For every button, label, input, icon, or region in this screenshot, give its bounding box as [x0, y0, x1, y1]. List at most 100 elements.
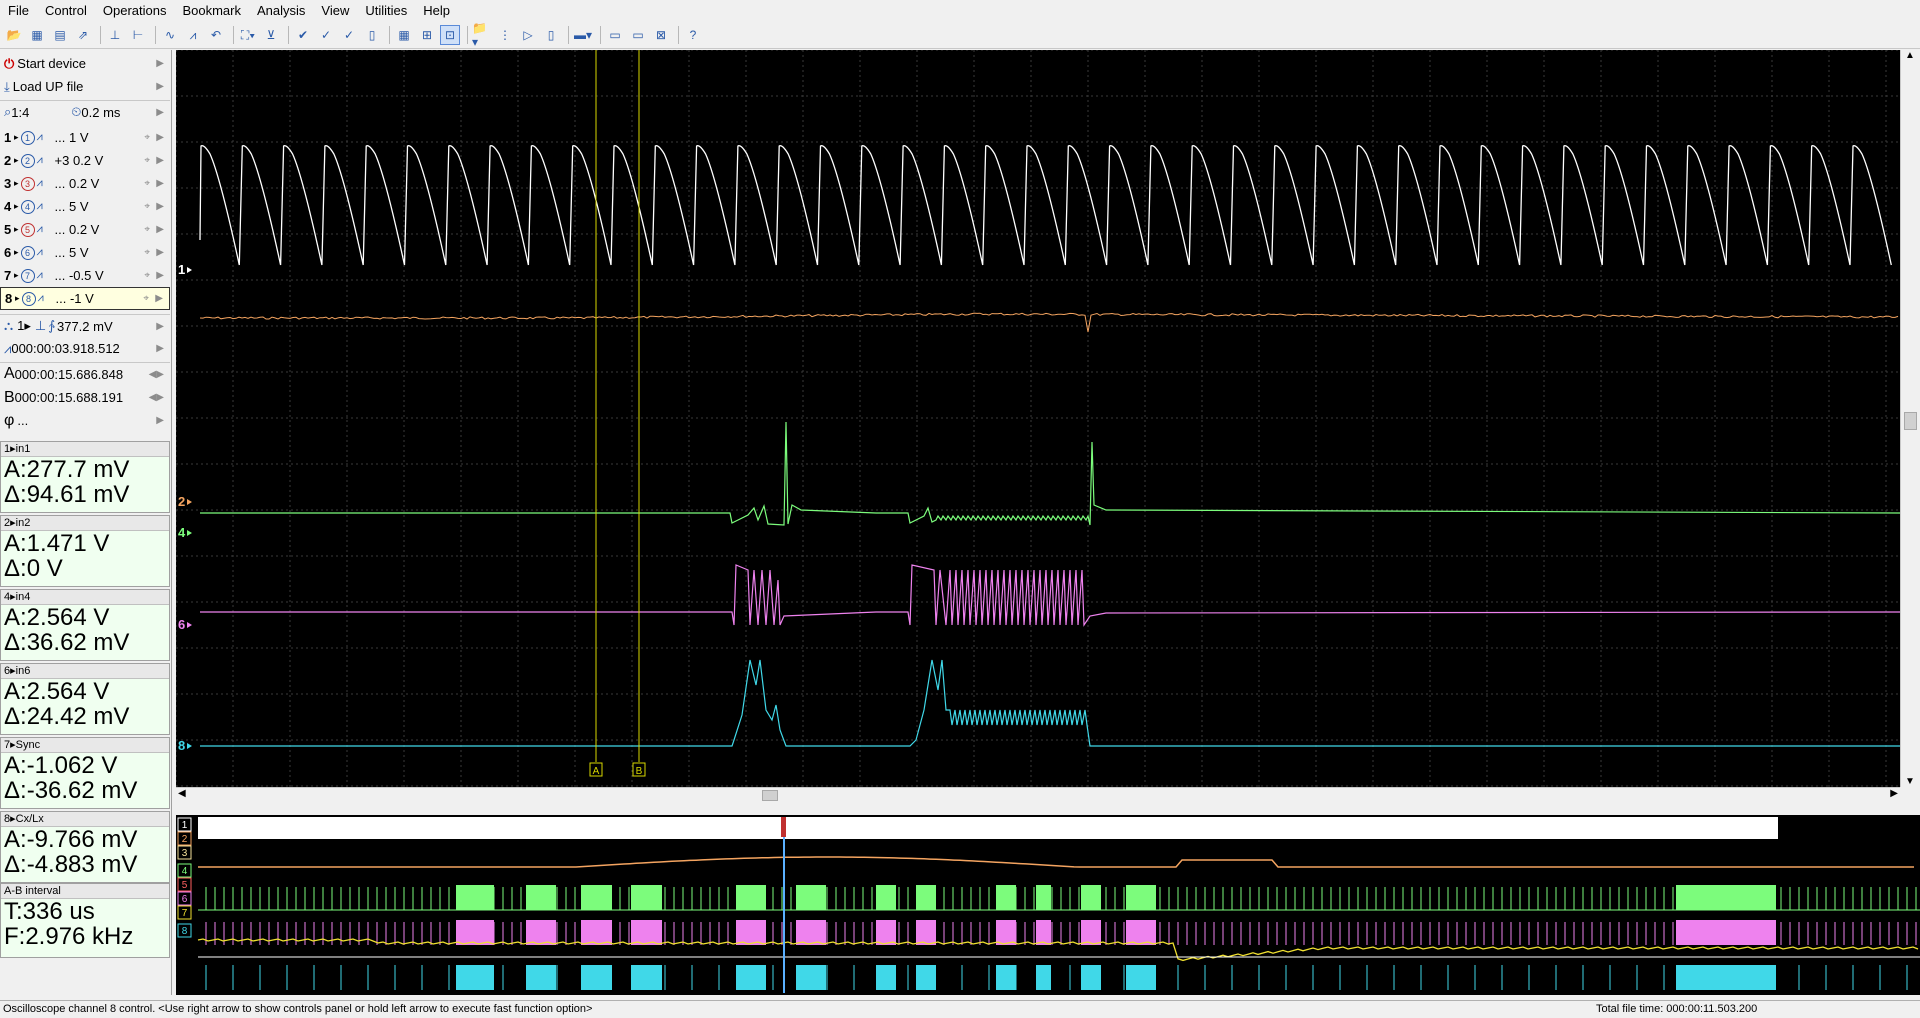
channel-row-6[interactable]: 6 ▸ 6 ⩘... 5 V ⌖ ▶	[0, 241, 170, 264]
menu-bookmark[interactable]: Bookmark	[174, 0, 249, 22]
channel-arrow-icon: ▸	[14, 247, 19, 257]
load-icon: ⤓	[4, 78, 10, 94]
channel-toggle-icon[interactable]: 2	[20, 153, 35, 168]
zoom-dropdown-icon[interactable]: ⛶▾	[238, 25, 258, 45]
coupling-icon[interactable]: ⩘	[37, 223, 51, 236]
coupling-icon[interactable]: ⩘	[37, 154, 51, 167]
check-down-icon[interactable]: ✓	[316, 25, 336, 45]
channel-toggle-icon[interactable]: 3	[20, 176, 35, 191]
check-icon[interactable]: ✔	[293, 25, 313, 45]
pin-icon[interactable]: ⌖	[144, 155, 150, 166]
trigger-edge-icon: ⊥	[34, 318, 47, 333]
overview-display[interactable]: 1 2 3 4 5 6 7 8	[176, 815, 1920, 995]
zoom-icon[interactable]: ⌕	[4, 104, 11, 120]
overview-ch4-block	[876, 885, 896, 910]
pin-icon[interactable]: ⌖	[144, 201, 150, 212]
help-icon[interactable]: ?	[683, 25, 703, 45]
pin-icon[interactable]: ⌖	[143, 293, 149, 304]
pin-icon[interactable]: ⌖	[144, 178, 150, 189]
zoom-value[interactable]: 1:4	[11, 105, 71, 120]
window2-icon[interactable]: ▭	[628, 25, 648, 45]
pin-icon[interactable]: ⌖	[144, 224, 150, 235]
signal-edit-icon[interactable]: ⩘	[183, 25, 203, 45]
trigger-row[interactable]: ⛬ 1▸ ⊥ ∱ 377.2 mV ▶	[0, 314, 170, 337]
scroll-up-icon[interactable]: ▲	[1905, 50, 1915, 61]
page-icon[interactable]: ▯	[362, 25, 382, 45]
signal-tool-icon[interactable]: ∿	[160, 25, 180, 45]
measure-tool-icon[interactable]: ⊢	[128, 25, 148, 45]
interval-time: T:336 us	[4, 898, 95, 925]
channel-row-2[interactable]: 2 ▸ 2 ⩘ +3 0.2 V ⌖ ▶	[0, 149, 170, 172]
pin-icon[interactable]: ⌖	[144, 132, 150, 143]
menu-operations[interactable]: Operations	[95, 0, 175, 22]
channel-number: 6	[4, 245, 12, 260]
coupling-icon[interactable]: ⩘	[37, 200, 51, 213]
pin-icon[interactable]: ⌖	[144, 247, 150, 258]
cursor-b-row[interactable]: B 000:00:15.688.191 ◀▶	[0, 386, 170, 409]
menu-analysis[interactable]: Analysis	[249, 0, 313, 22]
channel-toggle-icon[interactable]: 4	[20, 199, 35, 214]
channel-row-8[interactable]: 8 ▸ 8 ⩘... -1 V ⌖ ▶	[0, 287, 170, 310]
channel-row-7[interactable]: 7 ▸ 7 ⩘... -0.5 V ⌖ ▶	[0, 264, 170, 287]
channel-toggle-icon[interactable]: 6	[20, 245, 35, 260]
measurement-delta-value: Δ:94.61 mV	[4, 481, 130, 508]
channel-row-3[interactable]: 3 ▸ 3 ⩘... 0.2 V ⌖ ▶	[0, 172, 170, 195]
copy-icon[interactable]: ▤	[50, 25, 70, 45]
grid-icon[interactable]: ▦	[394, 25, 414, 45]
menu-help[interactable]: Help	[415, 0, 458, 22]
check-all-icon[interactable]: ✓	[339, 25, 359, 45]
overview-channel-8-label: 8	[182, 926, 188, 937]
load-up-file-button[interactable]: ⤓ Load UP file ▶	[0, 75, 170, 98]
start-device-button[interactable]: ⏻ Start device ▶	[0, 52, 170, 75]
coupling-icon[interactable]: ⩘	[37, 131, 51, 144]
menu-file[interactable]: File	[0, 0, 37, 22]
overview-strip[interactable]: 1 2 3 4 5 6 7 8	[176, 815, 1920, 995]
cursor-tool-icon[interactable]: ⊥	[105, 25, 125, 45]
coupling-icon[interactable]: ⩘	[38, 292, 52, 305]
trigger-time-row[interactable]: ⩘ 000:00:03.918.512 ▶	[0, 337, 170, 360]
timebase-icon[interactable]: ⏲	[71, 104, 81, 120]
autoscale-icon[interactable]: ⊡	[440, 25, 460, 45]
coupling-icon[interactable]: ⩘	[37, 177, 51, 190]
close-window-icon[interactable]: ⊠	[651, 25, 671, 45]
undo-icon[interactable]: ↶	[206, 25, 226, 45]
window-icon[interactable]: ▭	[605, 25, 625, 45]
coupling-icon[interactable]: ⩘	[37, 246, 51, 259]
save-icon[interactable]: ▦	[27, 25, 47, 45]
split-icon[interactable]: ⊞	[417, 25, 437, 45]
channel-row-4[interactable]: 4 ▸ 4 ⩘... 5 V ⌖ ▶	[0, 195, 170, 218]
export-icon[interactable]: ⇗	[73, 25, 93, 45]
pin-icon[interactable]: ⌖	[144, 270, 150, 281]
horizontal-scrollbar[interactable]: ◀ ▶	[176, 787, 1900, 803]
chevron-right-icon: ▶	[156, 224, 164, 235]
channel-row-1[interactable]: 1 ▸ 1 ⩘... 1 V ⌖ ▶	[0, 126, 170, 149]
menu-view[interactable]: View	[313, 0, 357, 22]
channel-toggle-icon[interactable]: 1	[20, 130, 35, 145]
play-icon[interactable]: ▷	[518, 25, 538, 45]
vertical-scroll-thumb[interactable]	[1904, 412, 1917, 430]
horizontal-scroll-thumb[interactable]	[762, 790, 778, 801]
scroll-down-icon[interactable]: ▼	[1905, 776, 1915, 787]
filter-icon[interactable]: ⊻	[261, 25, 281, 45]
cursor-a-row[interactable]: A 000:00:15.686.848 ◀▶	[0, 362, 170, 385]
phase-row[interactable]: φ ... ▶	[0, 409, 170, 432]
timebase-value[interactable]: 0.2 ms	[81, 105, 120, 120]
oscilloscope-view[interactable]: A B 1 2 4 6 8	[176, 50, 1900, 787]
channel-toggle-icon[interactable]: 8	[21, 291, 36, 306]
scroll-right-icon[interactable]: ▶	[1890, 788, 1898, 799]
record-icon[interactable]: ▯	[541, 25, 561, 45]
channel-row-5[interactable]: 5 ▸ 5 ⩘... 0.2 V ⌖ ▶	[0, 218, 170, 241]
scroll-left-icon[interactable]: ◀	[178, 788, 186, 799]
channel-toggle-icon[interactable]: 7	[20, 268, 35, 283]
coupling-icon[interactable]: ⩘	[37, 269, 51, 282]
channel-toggle-icon[interactable]: 5	[20, 222, 35, 237]
display-dropdown-icon[interactable]: ▬▾	[573, 25, 593, 45]
open-file-icon[interactable]: 📂	[4, 25, 24, 45]
vertical-scrollbar[interactable]: ▲ ▼	[1900, 50, 1920, 787]
menu-utilities[interactable]: Utilities	[357, 0, 415, 22]
menu-control[interactable]: Control	[37, 0, 95, 22]
step-icon[interactable]: ⋮	[495, 25, 515, 45]
folder-dropdown-icon[interactable]: 📁▾	[472, 21, 492, 49]
waveform-display[interactable]: A B 1 2 4 6 8	[176, 50, 1900, 787]
menu-bar: File Control Operations Bookmark Analysis Vie…	[0, 0, 1920, 22]
